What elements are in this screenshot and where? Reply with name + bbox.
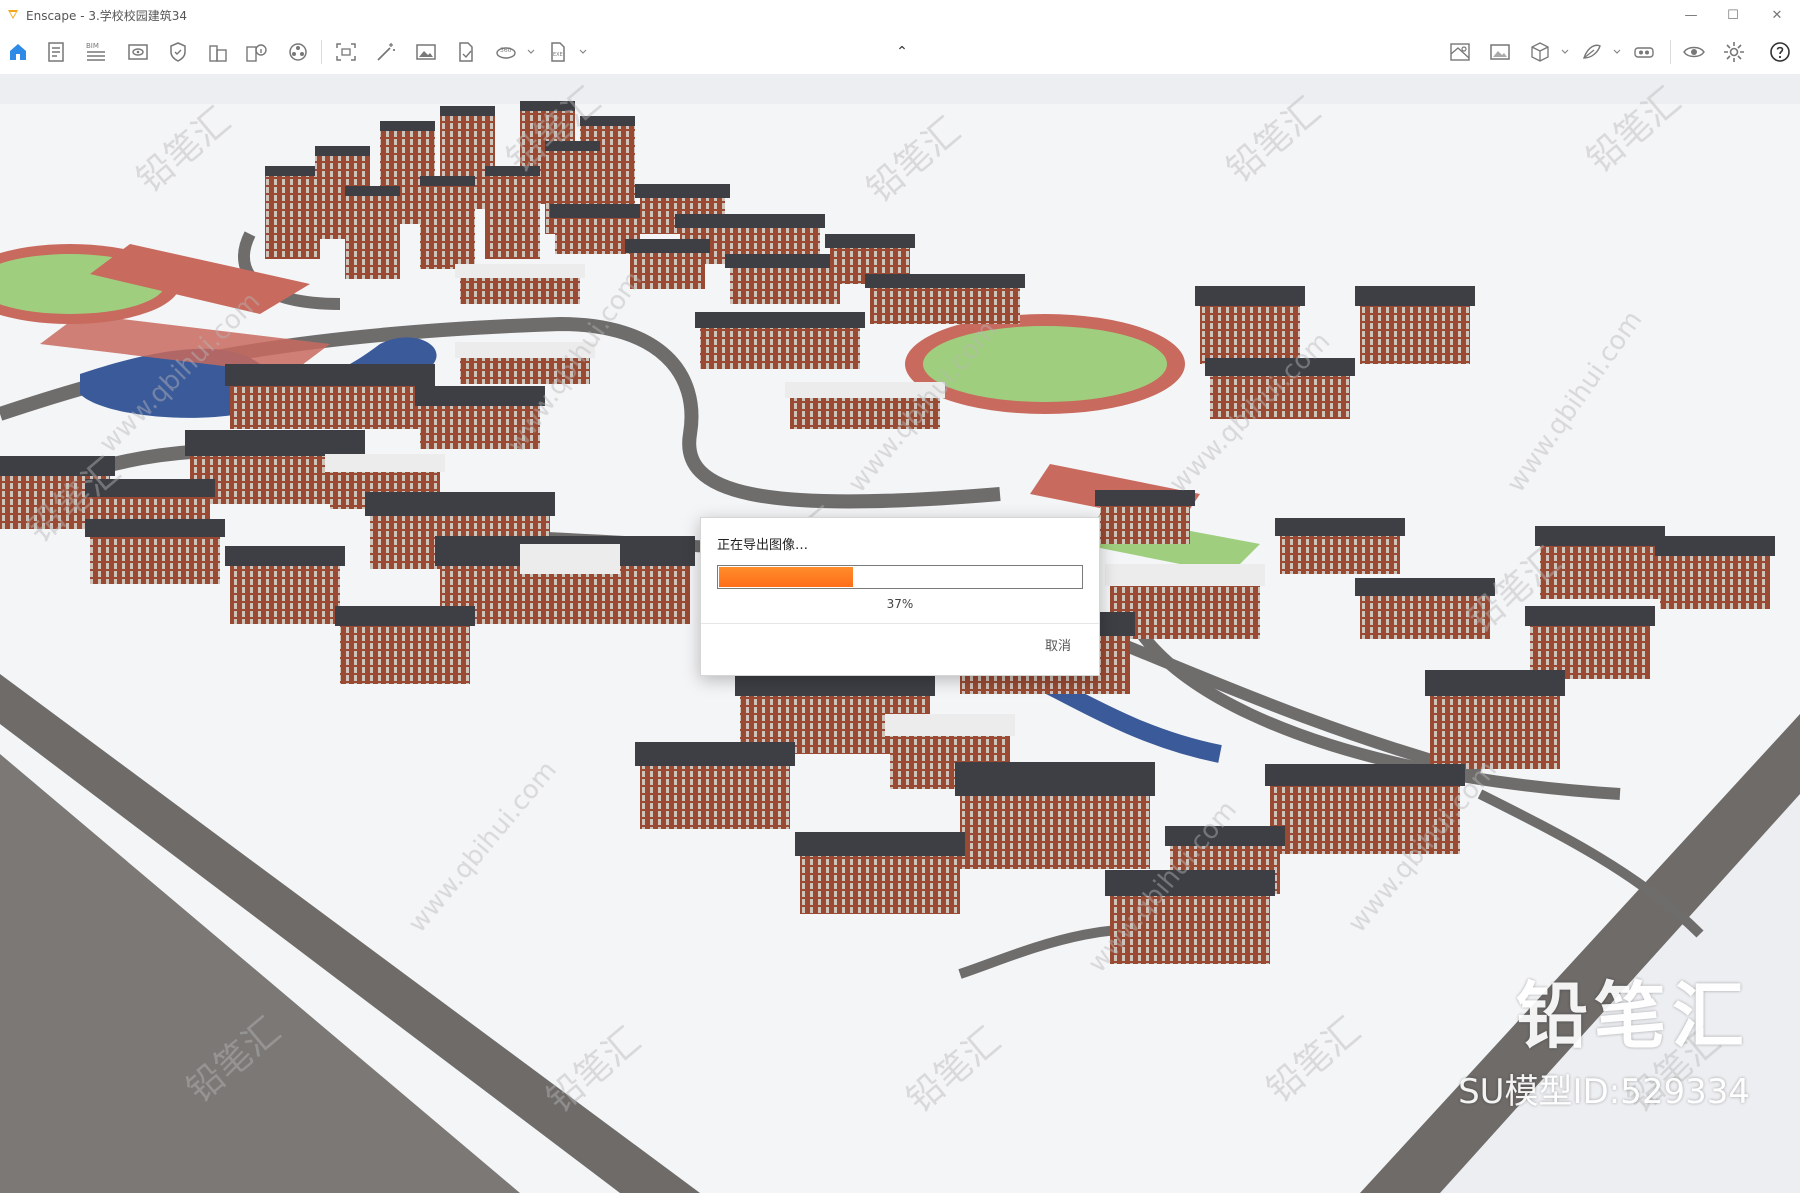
- export-file-icon: [459, 42, 473, 62]
- exe-dropdown[interactable]: [578, 38, 588, 66]
- bim-icon: BIM: [86, 42, 105, 61]
- model-id-label: SU模型ID:529334: [1458, 1072, 1750, 1112]
- material-button[interactable]: [1578, 38, 1606, 66]
- title-bar: Enscape - 3.学校校园建筑34 — ☐ ✕: [0, 0, 1800, 31]
- asset-library-icon: [289, 43, 307, 61]
- brand-name: 铅笔汇: [1515, 974, 1750, 1058]
- wand-button[interactable]: [372, 38, 400, 66]
- view-panel-button[interactable]: [124, 38, 152, 66]
- toolbar: BIM 360 EXE ⌃: [0, 30, 1800, 74]
- cube-icon: [1531, 42, 1549, 62]
- material-dropdown[interactable]: [1612, 38, 1622, 66]
- gallery-icon: [1490, 44, 1510, 60]
- shield-button[interactable]: [164, 38, 192, 66]
- export-progress-dialog: 正在导出图像… 37% 取消: [700, 517, 1100, 676]
- svg-text:EXE: EXE: [553, 52, 563, 58]
- window-title: Enscape - 3.学校校园建筑34: [26, 9, 188, 23]
- dialog-divider: [701, 623, 1099, 624]
- panorama-dropdown[interactable]: [526, 38, 536, 66]
- home-button[interactable]: [4, 38, 32, 66]
- shield-icon: [170, 42, 186, 62]
- toolbar-separator: [321, 40, 322, 64]
- chevron-down-icon: [1613, 49, 1621, 54]
- close-button[interactable]: ✕: [1762, 4, 1792, 26]
- image-icon: [416, 44, 436, 60]
- collapse-toolbar-button[interactable]: ⌃: [896, 38, 908, 66]
- chevron-down-icon: [1561, 49, 1569, 54]
- screenshot-button[interactable]: [332, 38, 360, 66]
- image-button[interactable]: [412, 38, 440, 66]
- home-icon: [10, 44, 26, 60]
- exe-export-button[interactable]: EXE: [544, 38, 572, 66]
- cube-dropdown[interactable]: [1560, 38, 1570, 66]
- cube-button[interactable]: [1526, 38, 1554, 66]
- dialog-title: 正在导出图像…: [717, 538, 809, 553]
- minimize-icon: —: [1684, 7, 1698, 23]
- chevron-down-icon: [527, 49, 535, 54]
- close-icon: ✕: [1771, 7, 1783, 23]
- building-info-icon: [246, 44, 267, 62]
- maximize-button[interactable]: ☐: [1718, 4, 1748, 26]
- panorama-360-icon: 360: [496, 47, 516, 59]
- minimize-button[interactable]: —: [1676, 4, 1706, 26]
- vr-button[interactable]: [1630, 38, 1658, 66]
- progress-bar-fill: [719, 567, 853, 587]
- panorama-button[interactable]: 360: [492, 38, 520, 66]
- eye-panel-icon: [128, 44, 148, 60]
- screenshot-icon: [336, 43, 356, 61]
- visibility-icon: [1683, 46, 1705, 58]
- vr-headset-icon: [1634, 47, 1654, 58]
- toolbar-separator: [1670, 40, 1671, 64]
- exe-export-icon: EXE: [551, 42, 565, 62]
- bim-label: BIM: [86, 42, 99, 50]
- progress-percentage: 37%: [886, 597, 914, 611]
- building-info-button[interactable]: [242, 38, 270, 66]
- building-icon: [209, 45, 227, 62]
- visibility-button[interactable]: [1680, 38, 1708, 66]
- map-button[interactable]: [1446, 38, 1474, 66]
- asset-library-button[interactable]: [284, 38, 312, 66]
- help-button[interactable]: [1766, 38, 1794, 66]
- wand-icon: [377, 43, 395, 61]
- brand-watermark: 铅笔汇 SU模型ID:529334: [1458, 957, 1750, 1113]
- export-file-button[interactable]: [452, 38, 480, 66]
- map-icon: [1450, 43, 1470, 61]
- document-icon: [48, 42, 64, 62]
- progress-bar: [717, 565, 1083, 589]
- maximize-icon: ☐: [1727, 7, 1739, 23]
- chevron-up-icon: ⌃: [896, 44, 908, 60]
- document-button[interactable]: [42, 38, 70, 66]
- enscape-logo-icon: [8, 10, 18, 19]
- settings-icon: [1724, 42, 1744, 62]
- building-button[interactable]: [204, 38, 232, 66]
- chevron-down-icon: [579, 49, 587, 54]
- settings-button[interactable]: [1720, 38, 1748, 66]
- material-icon: [1583, 44, 1601, 59]
- bim-button[interactable]: BIM: [82, 38, 110, 66]
- cancel-button[interactable]: 取消: [1045, 635, 1071, 654]
- help-icon: [1770, 42, 1790, 62]
- gallery-button[interactable]: [1486, 38, 1514, 66]
- svg-text:360: 360: [500, 47, 512, 54]
